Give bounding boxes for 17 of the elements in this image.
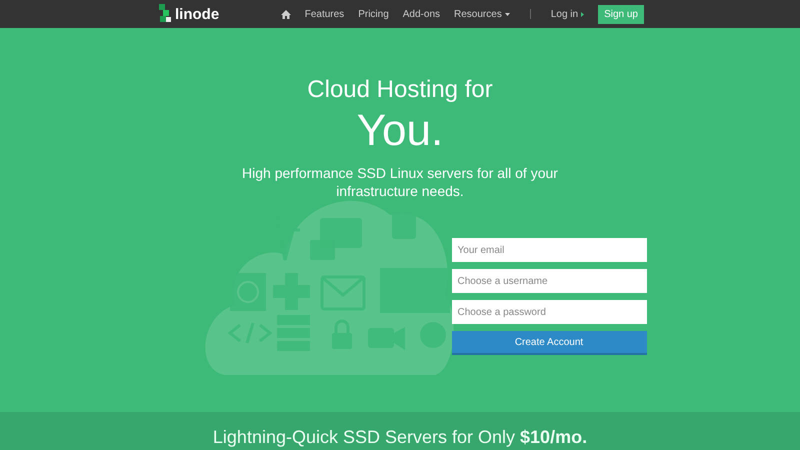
nav-link[interactable]: Resources bbox=[454, 8, 510, 20]
login-link[interactable]: Log in bbox=[550, 8, 584, 20]
home-icon[interactable] bbox=[280, 10, 291, 18]
hero-subtitle: High performance SSD Linux servers for all of your infrastructure needs. bbox=[241, 164, 559, 200]
input-field[interactable]: Choose a username bbox=[452, 269, 646, 293]
input-field[interactable]: Your email bbox=[452, 238, 646, 262]
nav-link[interactable]: Pricing bbox=[358, 8, 389, 20]
hero-headline: You. bbox=[356, 106, 444, 156]
logo-icon bbox=[158, 4, 172, 24]
input-field[interactable]: Choose a password bbox=[452, 300, 646, 324]
banner-text: Lightning-Quick SSD Servers for Only $10/mo. bbox=[212, 427, 588, 448]
logo-text: linode bbox=[175, 6, 220, 22]
create-account-button[interactable]: Create Account bbox=[452, 331, 646, 355]
caret-icon bbox=[581, 12, 584, 16]
hero-title: Cloud Hosting for bbox=[307, 76, 493, 104]
nav-link[interactable]: Features bbox=[304, 8, 344, 20]
nav-link[interactable]: Add-ons bbox=[402, 8, 440, 20]
